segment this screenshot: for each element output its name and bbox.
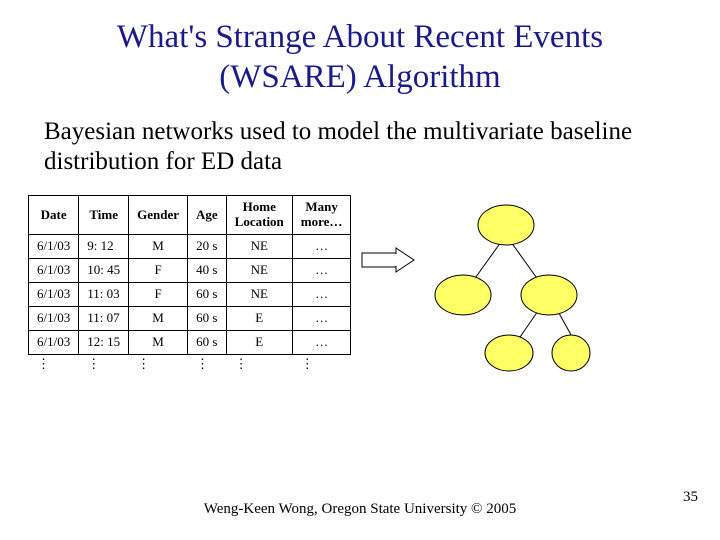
table-cell: M bbox=[129, 330, 188, 354]
table-cell: 11: 03 bbox=[79, 282, 129, 306]
col-gender: Gender bbox=[129, 196, 188, 235]
ed-data-table: Date Time Gender Age HomeLocation Manymo… bbox=[28, 195, 351, 375]
table-vdots-row: ⋮⋮⋮⋮⋮⋮ bbox=[29, 354, 351, 374]
table-cell: … bbox=[292, 306, 351, 330]
col-age: Age bbox=[188, 196, 227, 235]
table-cell: … bbox=[292, 282, 351, 306]
col-date: Date bbox=[29, 196, 79, 235]
table-cell: 60 s bbox=[188, 282, 227, 306]
slide-subtitle: Bayesian networks used to model the mult… bbox=[0, 97, 720, 177]
table-cell: 12: 15 bbox=[79, 330, 129, 354]
slide-title: What's Strange About Recent Events (WSAR… bbox=[0, 0, 720, 97]
table-cell: 6/1/03 bbox=[29, 330, 79, 354]
vdots-cell: ⋮ bbox=[129, 354, 188, 374]
table-cell: 6/1/03 bbox=[29, 235, 79, 259]
table-cell: 6/1/03 bbox=[29, 259, 79, 283]
table-cell: F bbox=[129, 282, 188, 306]
page-number: 35 bbox=[683, 489, 698, 506]
table-header-row: Date Time Gender Age HomeLocation Manymo… bbox=[29, 196, 351, 235]
table-cell: NE bbox=[226, 282, 292, 306]
table-cell: … bbox=[292, 235, 351, 259]
table-row: 6/1/0311: 03F60 sNE… bbox=[29, 282, 351, 306]
table-cell: E bbox=[226, 330, 292, 354]
footer-credit: Weng-Keen Wong, Oregon State University … bbox=[0, 501, 720, 518]
table-cell: … bbox=[292, 259, 351, 283]
table-cell: 6/1/03 bbox=[29, 282, 79, 306]
table-cell: … bbox=[292, 330, 351, 354]
table-cell: M bbox=[129, 235, 188, 259]
table-cell: E bbox=[226, 306, 292, 330]
table-cell: 10: 45 bbox=[79, 259, 129, 283]
vdots-cell: ⋮ bbox=[292, 354, 351, 374]
table-row: 6/1/0310: 45F40 sNE… bbox=[29, 259, 351, 283]
col-time: Time bbox=[79, 196, 129, 235]
table-cell: 40 s bbox=[188, 259, 227, 283]
title-line1: What's Strange About Recent Events bbox=[117, 19, 603, 55]
table-row: 6/1/0312: 15M60 sE… bbox=[29, 330, 351, 354]
arrow-icon bbox=[361, 247, 415, 278]
table-row: 6/1/0311: 07M60 sE… bbox=[29, 306, 351, 330]
bayesian-network-diagram bbox=[421, 195, 591, 380]
table-cell: 60 s bbox=[188, 306, 227, 330]
col-many-more: Manymore… bbox=[292, 196, 351, 235]
table-cell: 11: 07 bbox=[79, 306, 129, 330]
table-cell: NE bbox=[226, 259, 292, 283]
vdots-cell: ⋮ bbox=[29, 354, 79, 374]
col-home-location: HomeLocation bbox=[226, 196, 292, 235]
table-cell: F bbox=[129, 259, 188, 283]
table-cell: 9: 12 bbox=[79, 235, 129, 259]
table-cell: 20 s bbox=[188, 235, 227, 259]
vdots-cell: ⋮ bbox=[226, 354, 292, 374]
table-cell: 60 s bbox=[188, 330, 227, 354]
vdots-cell: ⋮ bbox=[188, 354, 227, 374]
table-cell: 6/1/03 bbox=[29, 306, 79, 330]
table-cell: M bbox=[129, 306, 188, 330]
table-cell: NE bbox=[226, 235, 292, 259]
title-line2: (WSARE) Algorithm bbox=[219, 59, 500, 95]
content-row: Date Time Gender Age HomeLocation Manymo… bbox=[0, 177, 720, 380]
table-row: 6/1/039: 12M20 sNE… bbox=[29, 235, 351, 259]
vdots-cell: ⋮ bbox=[79, 354, 129, 374]
